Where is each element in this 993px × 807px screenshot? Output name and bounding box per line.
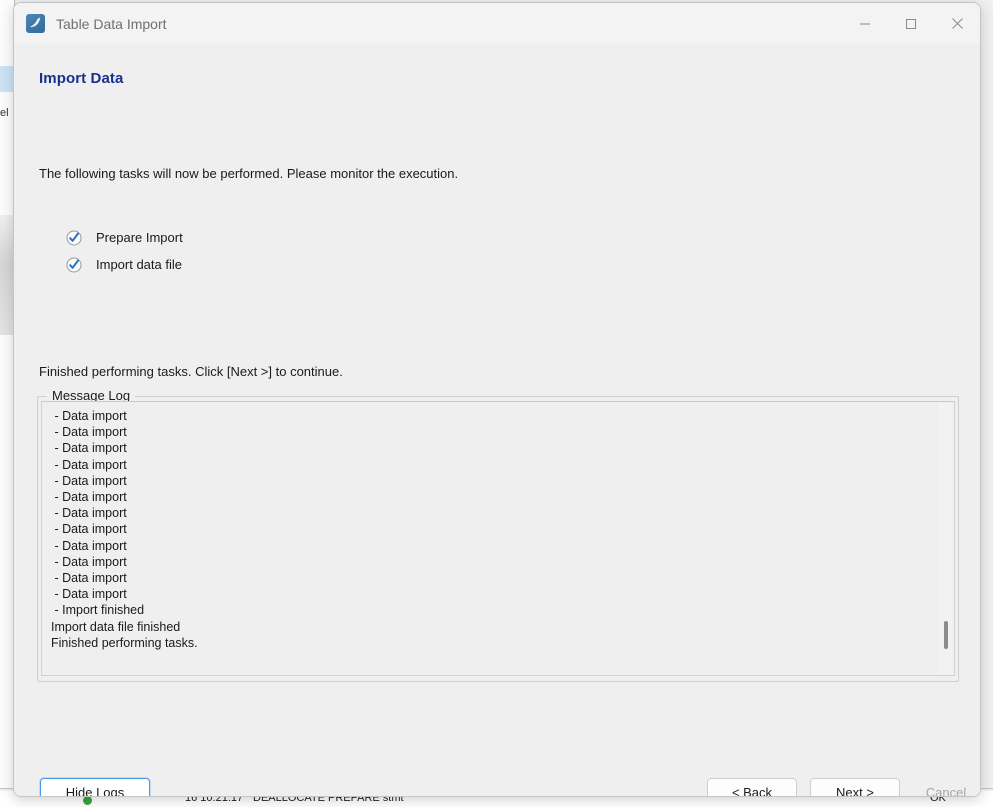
background-tree-label: el (0, 107, 9, 119)
close-button[interactable] (934, 3, 980, 44)
maximize-button[interactable] (888, 3, 934, 44)
task-label: Prepare Import (96, 230, 183, 245)
message-log-lines: - Data import - Data import - Data impor… (51, 408, 932, 651)
task-label: Import data file (96, 257, 182, 272)
scrollbar-thumb[interactable] (944, 621, 948, 649)
hide-logs-button[interactable]: Hide Logs (40, 778, 150, 796)
intro-text: The following tasks will now be performe… (39, 166, 459, 181)
log-line: Finished performing tasks. (51, 635, 198, 650)
checked-circle-icon (66, 230, 82, 246)
mysql-workbench-dolphin-icon (26, 14, 45, 33)
log-line: - Data import (51, 441, 127, 456)
log-line: - Import finished (51, 603, 145, 618)
log-line: - Data import (51, 506, 127, 521)
log-line: - Data import (51, 409, 127, 423)
background-panel-gradient (0, 215, 13, 335)
dialog-body: Import Data The following tasks will now… (14, 44, 980, 796)
checked-circle-icon (66, 257, 82, 273)
log-line: - Data import (51, 473, 127, 488)
task-row-prepare-import: Prepare Import (66, 224, 183, 251)
log-line: - Data import (51, 425, 127, 440)
log-line: Import data file finished (51, 619, 181, 634)
close-icon (951, 18, 963, 29)
message-log-list[interactable]: - Data import - Data import - Data impor… (41, 401, 955, 676)
maximize-icon (906, 18, 916, 29)
page-title: Import Data (39, 70, 124, 87)
window-title: Table Data Import (56, 15, 167, 32)
message-log-group: Message Log - Data import - Data import … (37, 387, 959, 682)
minimize-icon (860, 23, 870, 24)
minimize-button[interactable] (842, 3, 888, 44)
status-ok-dot-icon (83, 796, 92, 805)
back-button[interactable]: < Back (707, 778, 797, 796)
next-button[interactable]: Next > (810, 778, 900, 796)
task-checklist: Prepare Import Import data file (66, 224, 183, 278)
log-line: - Data import (51, 554, 127, 569)
log-line: - Data import (51, 587, 127, 602)
log-line: - Data import (51, 571, 127, 586)
message-log-scrollbar[interactable] (937, 403, 953, 674)
background-selected-row (0, 66, 13, 92)
window-controls (842, 3, 980, 44)
task-row-import-data-file: Import data file (66, 251, 183, 278)
log-line: - Data import (51, 490, 127, 505)
cancel-button: Cancel (913, 778, 979, 796)
log-line: - Data import (51, 538, 127, 553)
status-text: Finished performing tasks. Click [Next >… (39, 364, 343, 379)
table-data-import-dialog: Table Data Import Import Data The follow… (13, 2, 981, 797)
log-line: - Data import (51, 522, 127, 537)
window-titlebar[interactable]: Table Data Import (14, 3, 980, 44)
log-line: - Data import (51, 457, 127, 472)
